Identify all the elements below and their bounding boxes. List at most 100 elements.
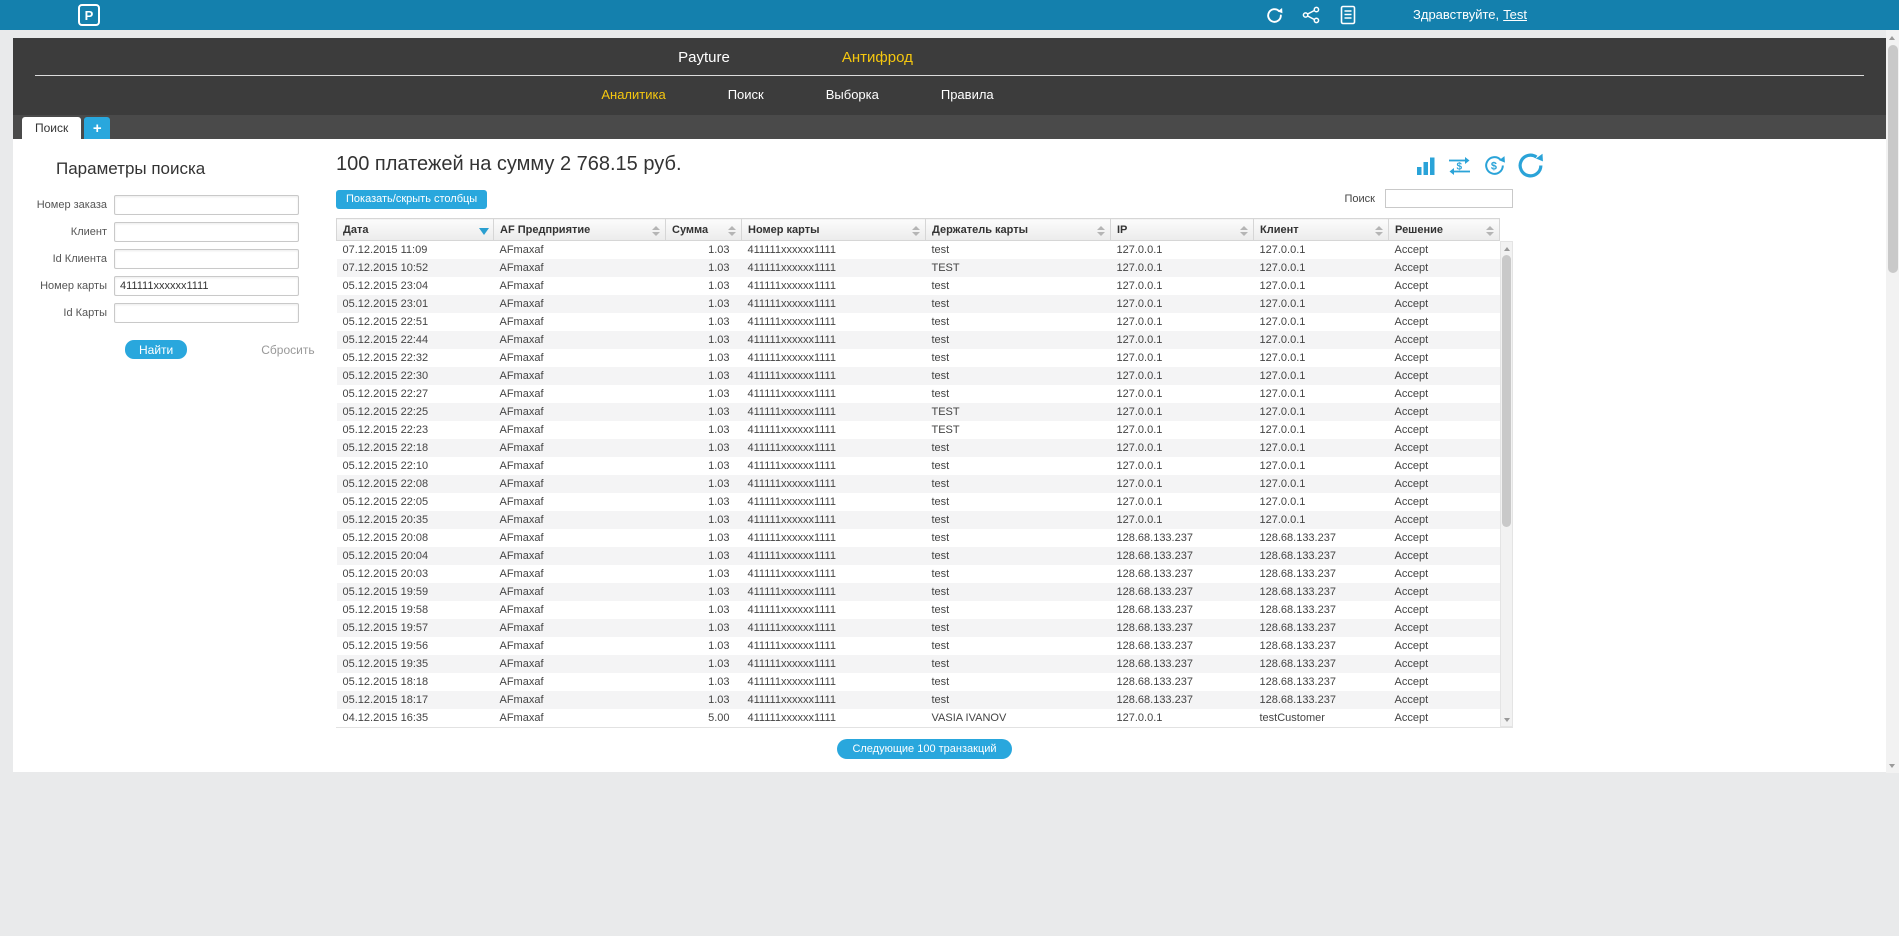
column-header-amount[interactable]: Сумма [665, 218, 742, 241]
card-number-field[interactable] [114, 276, 299, 296]
client-field[interactable] [114, 222, 299, 242]
table-scrollbar-thumb[interactable] [1502, 255, 1511, 527]
scroll-down-arrow[interactable] [1501, 714, 1512, 725]
topbar-gap [0, 30, 1899, 38]
order-number-field[interactable] [114, 195, 299, 215]
reload-icon[interactable] [1516, 151, 1545, 180]
column-header-cardholder[interactable]: Держатель карты [925, 218, 1111, 241]
table-row[interactable]: 05.12.2015 22:23 AFmaxaf 1.03 411111xxxx… [337, 421, 1500, 439]
nav-item-search[interactable]: Поиск [728, 87, 764, 102]
nav-item-payture[interactable]: Payture [678, 49, 730, 66]
page-scrollbar[interactable] [1886, 30, 1899, 773]
payture-logo[interactable]: P [78, 4, 100, 26]
cell-cardholder: test [931, 640, 950, 652]
cell-decision: Accept [1394, 388, 1429, 400]
table-row[interactable]: 05.12.2015 19:57 AFmaxaf 1.03 411111xxxx… [336, 619, 1500, 637]
column-header-decision[interactable]: Решение [1388, 218, 1500, 241]
table-row[interactable]: 05.12.2015 22:10 AFmaxaf 1.03 411111xxxx… [337, 457, 1500, 475]
next-page-button[interactable]: Следующие 100 транзакций [837, 739, 1012, 759]
add-tab-button[interactable]: + [84, 117, 111, 139]
cell-decision: Accept [1394, 676, 1429, 688]
card-id-label: Id Карты [63, 307, 107, 319]
currency-exchange-icon[interactable]: $ [1482, 153, 1507, 178]
cell-card-number: 411111xxxxxx1111 [747, 712, 836, 724]
cell-amount: 1.03 [708, 442, 730, 454]
client-id-field[interactable] [114, 249, 299, 269]
cell-date: 05.12.2015 19:56 [342, 640, 429, 652]
table-row[interactable]: 05.12.2015 22:08 AFmaxaf 1.03 411111xxxx… [336, 475, 1500, 493]
table-row[interactable]: 05.12.2015 20:04 AFmaxaf 1.03 411111xxxx… [336, 547, 1500, 565]
sort-icon [652, 226, 660, 236]
find-button[interactable]: Найти [125, 340, 188, 359]
table-row[interactable]: 05.12.2015 22:51 AFmaxaf 1.03 411111xxxx… [337, 313, 1500, 331]
refresh-icon[interactable] [1263, 4, 1285, 26]
page-scrollbar-thumb[interactable] [1887, 45, 1898, 273]
table-row[interactable]: 05.12.2015 19:56 AFmaxaf 1.03 411111xxxx… [337, 637, 1500, 655]
table-row[interactable]: 05.12.2015 23:04 AFmaxaf 1.03 411111xxxx… [337, 277, 1500, 295]
table-row[interactable]: 05.12.2015 23:01 AFmaxaf 1.03 411111xxxx… [336, 295, 1500, 313]
cell-amount: 1.03 [708, 658, 730, 670]
cell-client: 127.0.0.1 [1259, 478, 1306, 490]
table-row[interactable]: 07.12.2015 11:09 AFmaxaf 1.03 411111xxxx… [337, 241, 1500, 260]
column-header-card-number[interactable]: Номер карты [741, 218, 926, 241]
table-header-row: Дата AF Предприятие Сумма Номер карты Де… [336, 218, 1500, 241]
sort-icon [912, 226, 920, 236]
cell-amount: 1.03 [708, 460, 730, 472]
table-row[interactable]: 05.12.2015 18:18 AFmaxaf 1.03 411111xxxx… [337, 673, 1500, 691]
table-row[interactable]: 05.12.2015 22:30 AFmaxaf 1.03 411111xxxx… [336, 367, 1500, 385]
table-row[interactable]: 05.12.2015 20:35 AFmaxaf 1.03 411111xxxx… [336, 511, 1500, 529]
cell-ip: 127.0.0.1 [1116, 316, 1163, 328]
username-link[interactable]: Test [1503, 7, 1527, 22]
table-row[interactable]: 05.12.2015 20:08 AFmaxaf 1.03 411111xxxx… [337, 529, 1500, 547]
services-icon[interactable] [1300, 4, 1322, 26]
toggle-columns-button[interactable]: Показать/скрыть столбцы [336, 189, 488, 209]
cell-amount: 1.03 [708, 388, 730, 400]
cell-card-number: 411111xxxxxx1111 [747, 406, 836, 418]
client-id-label: Id Клиента [52, 253, 107, 265]
card-id-field[interactable] [114, 303, 299, 323]
column-header-client[interactable]: Клиент [1253, 218, 1389, 241]
table-row[interactable]: 05.12.2015 22:32 AFmaxaf 1.03 411111xxxx… [337, 349, 1500, 367]
table-row[interactable]: 07.12.2015 10:52 AFmaxaf 1.03 411111xxxx… [336, 259, 1500, 277]
table-row[interactable]: 05.12.2015 20:03 AFmaxaf 1.03 411111xxxx… [337, 565, 1500, 583]
table-row[interactable]: 05.12.2015 19:59 AFmaxaf 1.03 411111xxxx… [336, 583, 1500, 601]
cell-card-number: 411111xxxxxx1111 [747, 460, 836, 472]
reset-link[interactable]: Сбросить [261, 343, 314, 357]
cell-ip: 128.68.133.237 [1116, 586, 1193, 598]
nav-item-analytics[interactable]: Аналитика [601, 87, 665, 102]
cell-cardholder: test [931, 460, 950, 472]
table-row[interactable]: 05.12.2015 22:05 AFmaxaf 1.03 411111xxxx… [337, 493, 1500, 511]
table-row[interactable]: 05.12.2015 22:27 AFmaxaf 1.03 411111xxxx… [337, 385, 1500, 403]
cell-card-number: 411111xxxxxx1111 [747, 316, 836, 328]
bar-chart-icon[interactable] [1415, 155, 1437, 177]
filter-input[interactable] [1385, 189, 1513, 208]
table-row[interactable]: 05.12.2015 22:18 AFmaxaf 1.03 411111xxxx… [336, 439, 1500, 457]
table-scrollbar[interactable] [1500, 241, 1513, 727]
table-row[interactable]: 05.12.2015 18:17 AFmaxaf 1.03 411111xxxx… [336, 691, 1500, 709]
nav-item-rules[interactable]: Правила [941, 87, 994, 102]
cell-cardholder: test [931, 568, 950, 580]
nav-item-antifraud[interactable]: Антифрод [842, 49, 913, 66]
cell-client: 127.0.0.1 [1259, 424, 1306, 436]
cell-client: 128.68.133.237 [1259, 532, 1336, 544]
column-header-ip[interactable]: IP [1110, 218, 1254, 241]
tab-search[interactable]: Поиск [22, 117, 82, 139]
scroll-up-arrow[interactable] [1501, 243, 1512, 254]
cell-date: 05.12.2015 22:18 [342, 442, 429, 454]
column-header-merchant[interactable]: AF Предприятие [493, 218, 666, 241]
column-header-date[interactable]: Дата [336, 218, 494, 241]
page-scroll-down-arrow[interactable] [1886, 760, 1897, 771]
table-row[interactable]: 05.12.2015 19:35 AFmaxaf 1.03 411111xxxx… [336, 655, 1500, 673]
payments-transfer-icon[interactable]: $ [1446, 154, 1473, 178]
cell-client: 127.0.0.1 [1259, 352, 1306, 364]
table-row[interactable]: 04.12.2015 16:35 AFmaxaf 5.00 411111xxxx… [337, 709, 1500, 727]
page-scroll-up-arrow[interactable] [1886, 32, 1897, 43]
cell-cardholder: test [931, 388, 950, 400]
table-row[interactable]: 05.12.2015 22:25 AFmaxaf 1.03 411111xxxx… [336, 403, 1500, 421]
main-nav: Payture Антифрод Аналитика Поиск Выборка… [13, 38, 1886, 115]
nav-item-selection[interactable]: Выборка [826, 87, 879, 102]
table-row[interactable]: 05.12.2015 19:58 AFmaxaf 1.03 411111xxxx… [337, 601, 1500, 619]
cell-client: 127.0.0.1 [1259, 460, 1306, 472]
report-icon[interactable] [1337, 4, 1359, 26]
table-row[interactable]: 05.12.2015 22:44 AFmaxaf 1.03 411111xxxx… [336, 331, 1500, 349]
